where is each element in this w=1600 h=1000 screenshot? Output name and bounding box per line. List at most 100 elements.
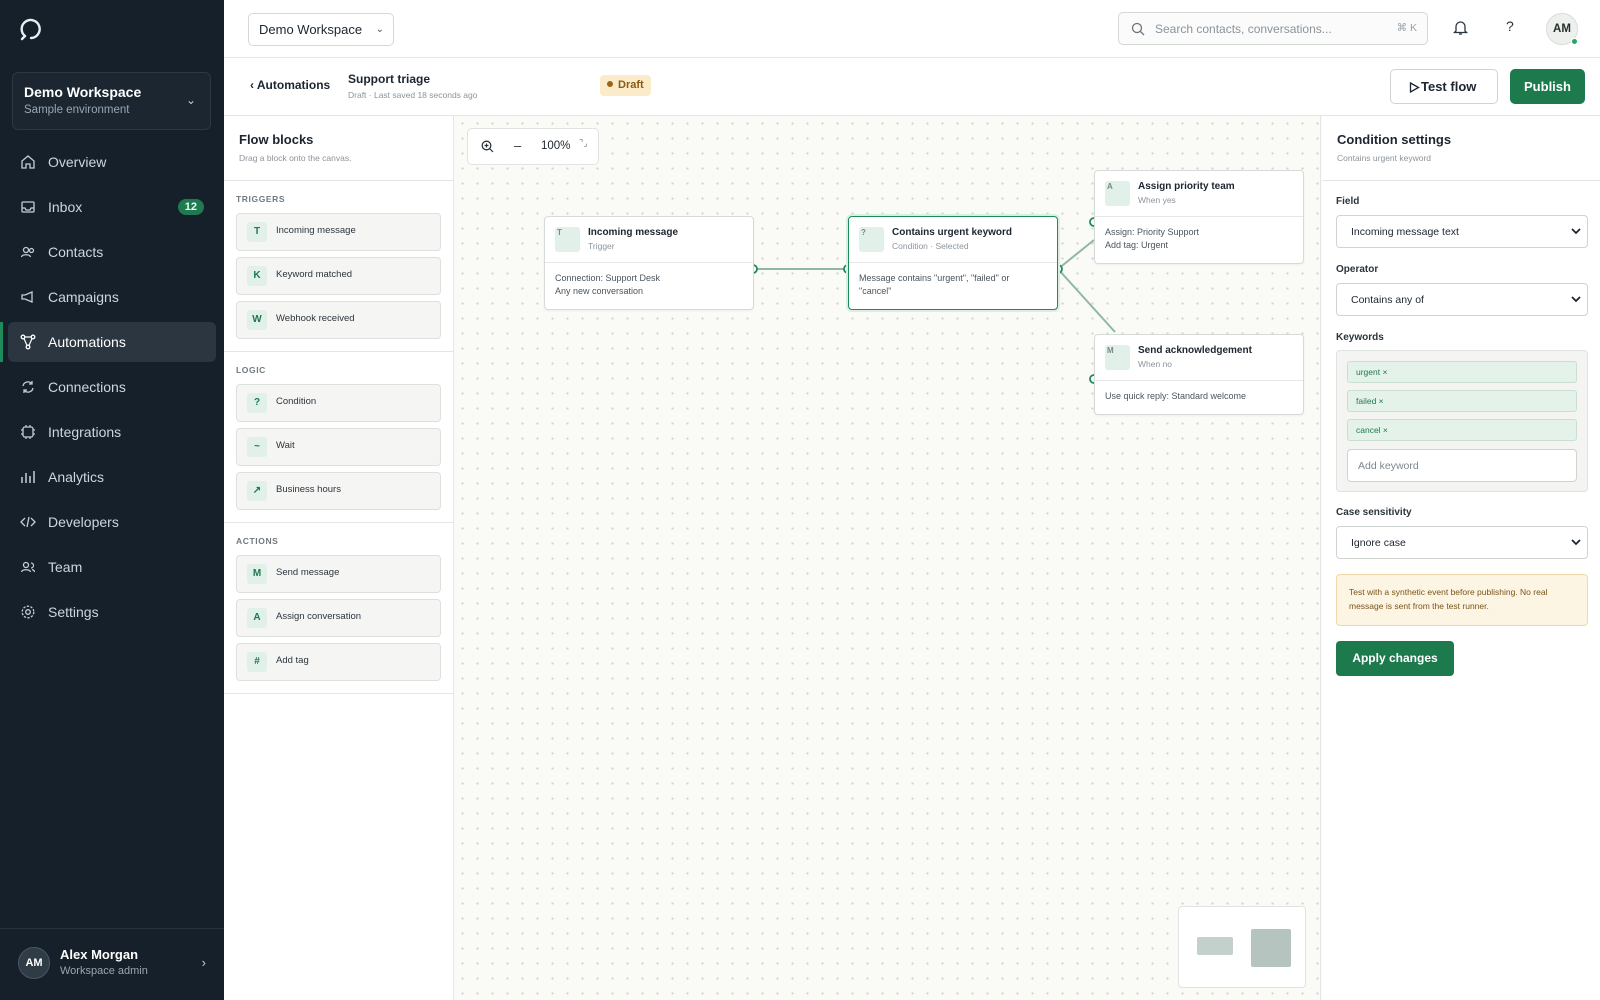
workspace-name: Demo Workspace	[24, 84, 142, 100]
sidebar-item-connections[interactable]: Connections	[8, 367, 216, 407]
sidebar-item-automations[interactable]: Automations	[0, 322, 216, 362]
block-wait[interactable]: ~ Wait	[236, 428, 441, 466]
block-icon: M	[247, 564, 267, 584]
block-condition[interactable]: ? Condition	[236, 384, 441, 422]
fit-view-icon[interactable]: ⌝⌟	[579, 138, 587, 149]
sidebar-item-inbox[interactable]: Inbox 12	[8, 187, 216, 227]
sidebar-item-settings[interactable]: Settings	[8, 592, 216, 632]
block-group-triggers: TRIGGERS T Incoming message K Keyword matc…	[224, 181, 453, 352]
block-webhook-received[interactable]: W Webhook received	[236, 301, 441, 339]
chevron-down-icon	[1571, 539, 1581, 546]
block-label: Condition	[276, 396, 317, 407]
group-label: TRIGGERS	[236, 194, 286, 204]
user-name: Alex Morgan	[60, 947, 139, 962]
operator-select[interactable]: Contains any of	[1336, 283, 1588, 316]
block-label: Assign conversation	[276, 611, 362, 622]
block-send-message[interactable]: M Send message	[236, 555, 441, 593]
flow-node-send-acknowledgement[interactable]: M Send acknowledgement When no Use quick…	[1094, 334, 1304, 415]
sidebar-item-analytics[interactable]: Analytics	[8, 457, 216, 497]
keyword-chip[interactable]: cancel ×	[1347, 419, 1577, 441]
flow-node-incoming-message[interactable]: T Incoming message Trigger Connection: S…	[544, 216, 754, 310]
node-body-line: Any new conversation	[555, 286, 644, 296]
flow-meta: Draft · Last saved 18 seconds ago	[348, 90, 478, 100]
node-subtitle: When no	[1138, 359, 1173, 369]
flow-blocks-panel: Flow blocks Drag a block onto the canvas…	[224, 116, 454, 1000]
block-icon: ?	[247, 393, 267, 413]
sidebar-item-label: Overview	[48, 154, 107, 170]
add-keyword-input[interactable]: Add keyword	[1347, 449, 1577, 482]
node-title: Assign priority team	[1138, 181, 1235, 192]
sidebar-item-label: Analytics	[48, 469, 105, 485]
apply-changes-button[interactable]: Apply changes	[1336, 641, 1454, 676]
gear-icon	[21, 605, 35, 619]
sidebar-item-overview[interactable]: Overview	[8, 142, 216, 182]
search-input[interactable]: Search contacts, conversations... ⌘ K	[1118, 12, 1428, 45]
block-icon: ~	[247, 437, 267, 457]
back-link-label: Automations	[256, 78, 331, 92]
block-group-actions: ACTIONS M Send message A Assign conversati…	[224, 523, 453, 694]
block-keyword-matched[interactable]: K Keyword matched	[236, 257, 441, 295]
logo-icon[interactable]	[18, 16, 44, 42]
node-subtitle: Condition · Selected	[892, 241, 969, 251]
user-role: Workspace admin	[60, 965, 148, 977]
help-icon[interactable]: ?	[1506, 18, 1514, 34]
flow-canvas[interactable]: – 100% ⌝⌟ T Incoming message Trigger Con…	[455, 116, 1321, 1000]
sidebar-item-label: Integrations	[48, 424, 122, 440]
sidebar-item-contacts[interactable]: Contacts	[8, 232, 216, 272]
status-badge: Draft	[600, 75, 651, 96]
flow-title[interactable]: Support triage	[348, 72, 430, 86]
chevron-down-icon	[1571, 296, 1581, 303]
zoom-controls: – 100% ⌝⌟	[467, 128, 599, 165]
block-business-hours[interactable]: ↗ Business hours	[236, 472, 441, 510]
block-icon: W	[247, 310, 267, 330]
avatar[interactable]: AM	[1546, 13, 1578, 45]
chevron-down-icon: ⌄	[185, 93, 196, 107]
workspace-switcher[interactable]: Demo Workspace Sample environment ⌄	[12, 72, 211, 130]
sidebar-item-team[interactable]: Team	[8, 547, 216, 587]
node-icon: M	[1105, 345, 1130, 370]
panel-subtitle: Contains urgent keyword	[1337, 153, 1432, 163]
block-incoming-message[interactable]: T Incoming message	[236, 213, 441, 251]
node-subtitle: Trigger	[588, 241, 615, 251]
keyword-chip[interactable]: urgent ×	[1347, 361, 1577, 383]
workspace-select[interactable]: Demo Workspace ⌄	[248, 13, 394, 46]
avatar: AM	[18, 947, 50, 979]
automations-icon	[20, 334, 36, 350]
block-label: Incoming message	[276, 225, 356, 236]
node-title: Send acknowledgement	[1138, 345, 1252, 356]
search-shortcut: ⌘ K	[1396, 22, 1417, 34]
minimap[interactable]	[1178, 906, 1306, 988]
keyword-chip[interactable]: failed ×	[1347, 390, 1577, 412]
chevron-down-icon	[1571, 228, 1581, 235]
condition-settings-panel: Condition settings Contains urgent keywo…	[1322, 116, 1600, 1000]
sidebar-item-integrations[interactable]: Integrations	[8, 412, 216, 452]
zoom-in-icon[interactable]	[481, 140, 494, 153]
block-label: Add tag	[276, 655, 309, 666]
case-sensitivity-select[interactable]: Ignore case	[1336, 526, 1588, 559]
online-status-dot	[1571, 38, 1578, 45]
node-body-line: Add tag: Urgent	[1105, 240, 1169, 250]
inbox-icon	[21, 201, 35, 213]
workspace-select-value: Demo Workspace	[259, 22, 363, 37]
chevron-right-icon: ›	[201, 955, 206, 970]
zoom-out-icon[interactable]: –	[514, 138, 521, 153]
test-flow-button[interactable]: Test flow	[1390, 69, 1498, 104]
search-placeholder: Search contacts, conversations...	[1155, 22, 1332, 36]
megaphone-icon	[21, 291, 33, 303]
publish-button[interactable]: Publish	[1510, 69, 1585, 104]
bell-icon[interactable]	[1452, 19, 1469, 36]
flow-node-assign-priority-team[interactable]: A Assign priority team When yes Assign: …	[1094, 170, 1304, 264]
field-select[interactable]: Incoming message text	[1336, 215, 1588, 248]
sidebar-item-developers[interactable]: Developers	[8, 502, 216, 542]
bar-chart-icon	[21, 471, 35, 483]
block-icon: ↗	[247, 481, 267, 501]
back-link[interactable]: ‹ Automations	[250, 78, 330, 92]
team-icon	[20, 561, 36, 573]
block-assign-conversation[interactable]: A Assign conversation	[236, 599, 441, 637]
sidebar-item-campaigns[interactable]: Campaigns	[8, 277, 216, 317]
sidebar-item-label: Contacts	[48, 244, 104, 260]
status-label: Draft	[618, 79, 644, 91]
block-add-tag[interactable]: # Add tag	[236, 643, 441, 681]
flow-node-contains-urgent-keyword[interactable]: ? Contains urgent keyword Condition · Se…	[848, 216, 1058, 310]
user-menu[interactable]: AM Alex Morgan Workspace admin ›	[0, 928, 224, 1000]
